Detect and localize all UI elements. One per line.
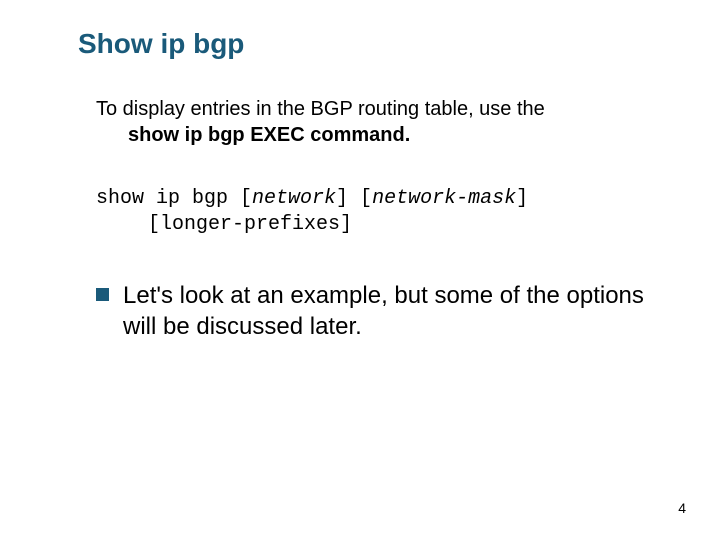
bullet-text: Let's look at an example, but some of th… xyxy=(123,280,660,342)
syntax-part1: show ip bgp [ xyxy=(96,187,252,210)
square-bullet-icon xyxy=(96,288,109,301)
intro-paragraph: To display entries in the BGP routing ta… xyxy=(0,96,720,148)
syntax-part3: ] xyxy=(516,187,528,210)
syntax-longer-prefixes: longer-prefixes xyxy=(160,213,340,236)
intro-line1: To display entries in the BGP routing ta… xyxy=(96,98,545,120)
bullet-item: Let's look at an example, but some of th… xyxy=(0,280,720,342)
syntax-indent-p1: [ xyxy=(148,213,160,236)
slide-title: Show ip bgp xyxy=(0,28,720,60)
syntax-network-mask: network-mask xyxy=(372,187,516,210)
syntax-indent: [longer-prefixes] xyxy=(96,212,660,238)
syntax-part2: ] [ xyxy=(336,187,372,210)
syntax-indent-p2: ] xyxy=(340,213,352,236)
syntax-block: show ip bgp [network] [network-mask] [lo… xyxy=(0,186,720,238)
page-number: 4 xyxy=(678,500,686,516)
intro-line2-bold: show ip bgp EXEC command. xyxy=(96,122,660,148)
syntax-network: network xyxy=(252,187,336,210)
